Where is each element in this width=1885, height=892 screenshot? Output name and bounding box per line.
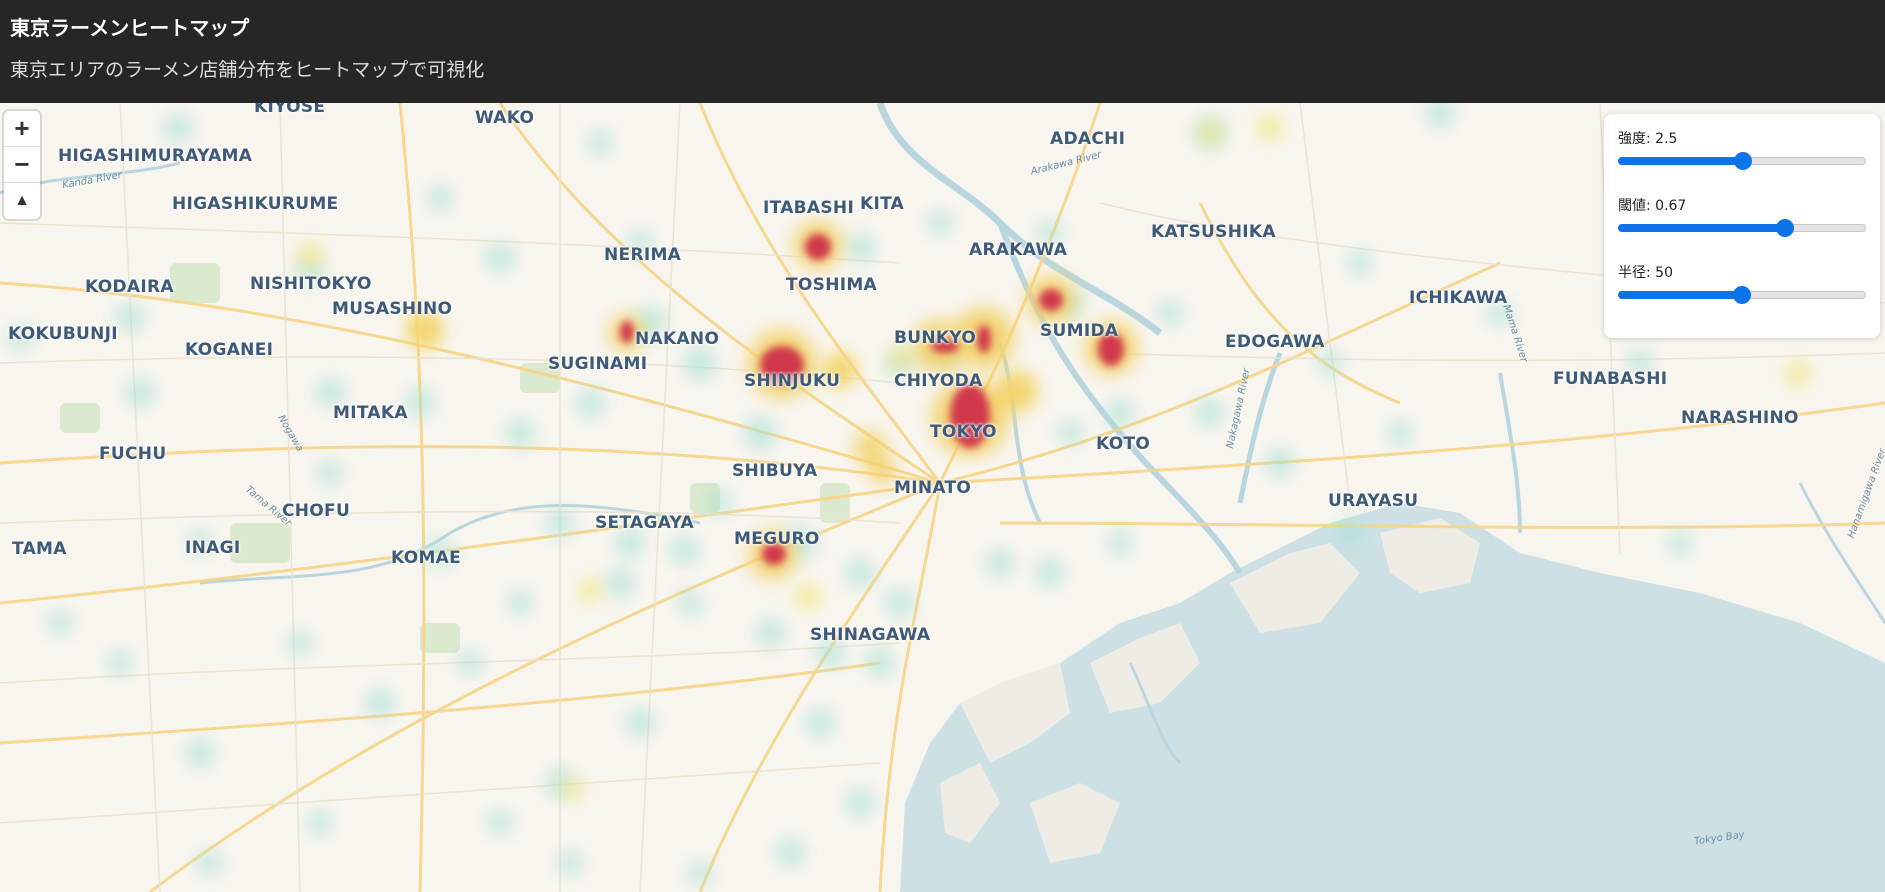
map-label-meguro: MEGURO	[734, 529, 820, 549]
zoom-out-button[interactable]: −	[4, 147, 40, 183]
map-label-musashino: MUSASHINO	[332, 299, 453, 319]
map-label-koto: KOTO	[1096, 434, 1151, 454]
zoom-in-button[interactable]: +	[4, 111, 40, 147]
map-label-itabashi: ITABASHI	[763, 198, 855, 218]
map-label-narashino: NARASHINO	[1681, 408, 1799, 428]
map-label-urayasu: URAYASU	[1328, 491, 1419, 511]
map-label-shinagawa: SHINAGAWA	[810, 625, 931, 645]
intensity-slider-fill	[1618, 157, 1742, 165]
map-label-shinjuku: SHINJUKU	[744, 371, 841, 391]
threshold-label: 閾値: 0.67	[1618, 198, 1687, 214]
map-label-bunkyo: BUNKYO	[894, 328, 977, 348]
map-label-chiyoda: CHIYODA	[894, 371, 983, 391]
map-label-arakawa: ARAKAWA	[969, 240, 1068, 260]
page-subtitle: 東京エリアのラーメン店舗分布をヒートマップで可視化	[10, 59, 485, 81]
map-label-setagaya: SETAGAYA	[595, 513, 695, 533]
threshold-slider[interactable]	[1618, 219, 1866, 237]
map-label-higashikurume: HIGASHIKURUME	[172, 194, 339, 214]
map-label-suginami: SUGINAMI	[548, 354, 648, 374]
threshold-slider-fill	[1618, 224, 1784, 232]
page-title: 東京ラーメンヒートマップ	[10, 16, 250, 40]
radius-slider-fill	[1618, 291, 1741, 299]
zoom-controls: + − ▲	[4, 111, 40, 219]
map-label-kiyose: KIYOSE	[254, 103, 326, 117]
map-label-minato: MINATO	[894, 478, 972, 498]
radius-slider-thumb[interactable]	[1733, 286, 1751, 304]
map-label-koganei: KOGANEI	[185, 340, 274, 360]
map-label-katsushika: KATSUSHIKA	[1151, 222, 1276, 242]
map-label-shibuya: SHIBUYA	[732, 461, 818, 481]
map-label-nakano: NAKANO	[635, 329, 720, 349]
radius-control: 半径: 50	[1618, 262, 1866, 329]
map-label-wako: WAKO	[475, 108, 535, 128]
map-label-kodaira: KODAIRA	[85, 277, 174, 297]
map-label-sumida: SUMIDA	[1040, 321, 1119, 341]
map-label-ichikawa: ICHIKAWA	[1409, 288, 1508, 308]
heatmap-control-panel: 強度: 2.5 閾値: 0.67 半径: 50	[1604, 114, 1880, 338]
map-label-tokyo: TOKYO	[930, 422, 997, 442]
map-label-tama: TAMA	[12, 539, 67, 559]
map-label-inagi: INAGI	[185, 538, 241, 558]
map-label-higashimurayama: HIGASHIMURAYAMA	[58, 146, 253, 166]
threshold-control: 閾値: 0.67	[1618, 195, 1866, 262]
map-label-chofu: CHOFU	[282, 501, 351, 521]
radius-label: 半径: 50	[1618, 265, 1673, 281]
map-label-kita: KITA	[860, 194, 905, 214]
map-label-edogawa: EDOGAWA	[1225, 332, 1325, 352]
intensity-slider-thumb[interactable]	[1734, 152, 1752, 170]
map-label-fuchu: FUCHU	[99, 444, 167, 464]
compass-icon[interactable]: ▲	[4, 183, 40, 219]
map-label-mitaka: MITAKA	[333, 403, 408, 423]
map-label-komae: KOMAE	[391, 548, 462, 568]
map-label-nishitokyo: NISHITOKYO	[250, 274, 372, 294]
map-canvas[interactable]: KIYOSE WAKO ADACHI HIGASHIMURAYAMA HIGAS…	[0, 103, 1885, 892]
radius-slider[interactable]	[1618, 286, 1866, 304]
map-label-adachi: ADACHI	[1050, 129, 1126, 149]
app-header: 東京ラーメンヒートマップ 東京エリアのラーメン店舗分布をヒートマップで可視化	[0, 0, 1885, 103]
intensity-slider[interactable]	[1618, 152, 1866, 170]
map-label-toshima: TOSHIMA	[786, 275, 878, 295]
map-label-nerima: NERIMA	[604, 245, 682, 265]
map-label-funabashi: FUNABASHI	[1553, 369, 1668, 389]
threshold-slider-thumb[interactable]	[1776, 219, 1794, 237]
intensity-label: 強度: 2.5	[1618, 131, 1678, 147]
map-label-kokubunji: KOKUBUNJI	[8, 324, 118, 344]
intensity-control: 強度: 2.5	[1618, 128, 1866, 195]
